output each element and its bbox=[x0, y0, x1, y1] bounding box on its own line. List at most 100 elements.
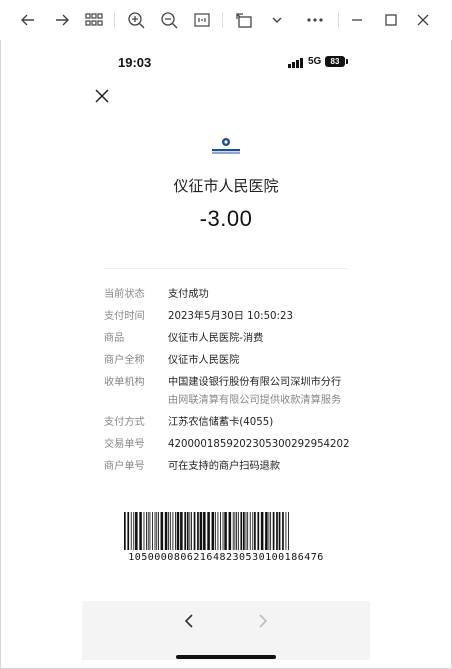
barcode-bar bbox=[236, 512, 238, 550]
detail-row-payment-method: 支付方式 江苏农信储蓄卡(4055) bbox=[104, 416, 368, 430]
barcode-bar bbox=[184, 512, 187, 550]
barcode-bar bbox=[268, 512, 270, 550]
signal-icon bbox=[288, 58, 303, 68]
fit-page-icon[interactable] bbox=[191, 9, 213, 31]
detail-row-transaction-id: 交易单号 4200001859202305300292954202 bbox=[104, 438, 368, 452]
barcode-bar bbox=[288, 512, 289, 550]
chevron-right-icon[interactable] bbox=[254, 613, 270, 629]
detail-label: 支付时间 bbox=[104, 311, 145, 322]
detail-value: 仪征市人民医院 bbox=[168, 355, 240, 366]
barcode-bar bbox=[199, 512, 203, 550]
detail-label: 商户全称 bbox=[104, 355, 145, 366]
barcode-bar bbox=[176, 512, 180, 550]
chevron-down-icon[interactable] bbox=[266, 9, 288, 31]
barcode-bar bbox=[260, 512, 264, 550]
barcode-bar bbox=[147, 512, 149, 550]
barcode-bar bbox=[164, 512, 168, 550]
barcode-bar bbox=[169, 512, 171, 550]
barcode-bar bbox=[276, 512, 278, 550]
barcode-bar bbox=[186, 512, 189, 550]
barcode-bar bbox=[189, 512, 191, 550]
barcode-bar bbox=[228, 512, 232, 550]
barcode-bar bbox=[154, 512, 156, 550]
barcode-bar bbox=[222, 512, 224, 550]
home-indicator[interactable] bbox=[176, 655, 276, 659]
barcode-bar bbox=[191, 512, 192, 550]
grid-icon[interactable] bbox=[83, 9, 105, 31]
barcode-bar bbox=[270, 512, 272, 550]
detail-label: 收单机构 bbox=[104, 377, 145, 388]
barcode-bar bbox=[252, 512, 254, 550]
toolbar-separator bbox=[222, 12, 223, 28]
barcode-bar bbox=[139, 512, 142, 550]
close-window-icon[interactable] bbox=[412, 9, 434, 31]
forward-arrow-icon[interactable] bbox=[51, 9, 73, 31]
barcode-bar bbox=[214, 512, 216, 550]
barcode-bar bbox=[237, 512, 239, 550]
rotate-icon[interactable] bbox=[233, 9, 255, 31]
more-icon[interactable] bbox=[304, 9, 326, 31]
barcode-bar bbox=[234, 512, 236, 550]
zoom-out-icon[interactable] bbox=[158, 9, 180, 31]
barcode-bar bbox=[247, 512, 249, 550]
bottom-nav-bar bbox=[82, 601, 370, 660]
barcode-bar bbox=[152, 512, 153, 550]
detail-row-status: 当前状态 支付成功 bbox=[104, 288, 368, 302]
detail-label: 支付方式 bbox=[104, 417, 145, 428]
battery-tip bbox=[346, 59, 348, 64]
barcode-bar bbox=[172, 512, 174, 550]
back-arrow-icon[interactable] bbox=[17, 9, 39, 31]
barcode-bar bbox=[168, 512, 170, 550]
barcode-bar bbox=[257, 512, 260, 550]
status-time: 19:03 bbox=[118, 55, 152, 70]
barcode-bar bbox=[265, 512, 268, 550]
barcode-bar bbox=[124, 512, 126, 550]
detail-list: 当前状态 支付成功 支付时间 2023年5月30日 10:50:23 商品 仪征… bbox=[104, 288, 368, 482]
chevron-left-icon[interactable] bbox=[182, 613, 198, 629]
detail-value: 中国建设银行股份有限公司深圳市分行 bbox=[168, 377, 342, 388]
barcode bbox=[124, 512, 289, 550]
barcode-bar bbox=[133, 512, 135, 550]
detail-row-product: 商品 仪征市人民医院-消费 bbox=[104, 332, 368, 346]
toolbar-separator bbox=[338, 12, 339, 28]
barcode-block: 105000080621648230530100186476 bbox=[122, 512, 330, 572]
barcode-bar bbox=[146, 512, 147, 550]
detail-label: 商户单号 bbox=[104, 461, 145, 472]
barcode-bar bbox=[282, 512, 284, 550]
battery-icon: 83 bbox=[325, 56, 345, 67]
barcode-bar bbox=[245, 512, 247, 550]
zoom-in-icon[interactable] bbox=[125, 9, 147, 31]
detail-label: 交易单号 bbox=[104, 439, 145, 450]
barcode-bar bbox=[243, 512, 245, 550]
payment-amount: -3.00 bbox=[199, 206, 253, 231]
detail-row-merchant-order: 商户单号 可在支持的商户扫码退款 bbox=[104, 460, 368, 474]
detail-value: 支付成功 bbox=[168, 289, 209, 300]
barcode-bar bbox=[127, 512, 130, 550]
toolbar-separator bbox=[114, 12, 115, 28]
barcode-bar bbox=[217, 512, 219, 550]
detail-subvalue: 由网联清算有限公司提供收款清算服务 bbox=[168, 395, 342, 406]
barcode-bar bbox=[224, 512, 227, 550]
barcode-bar bbox=[197, 512, 199, 550]
detail-value: 4200001859202305300292954202 bbox=[168, 439, 350, 450]
minimize-icon[interactable] bbox=[346, 9, 368, 31]
detail-row-merchant: 商户全称 仪征市人民医院 bbox=[104, 354, 368, 368]
detail-value-group: 中国建设银行股份有限公司深圳市分行 由网联清算有限公司提供收款清算服务 bbox=[168, 376, 368, 408]
barcode-bar bbox=[143, 512, 145, 550]
detail-value: 江苏农信储蓄卡(4055) bbox=[168, 417, 274, 428]
network-type: 5G bbox=[308, 56, 322, 67]
barcode-bar bbox=[232, 512, 234, 550]
detail-value: 仪征市人民医院-消费 bbox=[168, 333, 264, 344]
detail-value: 可在支持的商户扫码退款 bbox=[168, 461, 281, 472]
maximize-icon[interactable] bbox=[380, 9, 402, 31]
merchant-name: 仪征市人民医院 bbox=[173, 177, 279, 195]
divider bbox=[104, 268, 348, 269]
barcode-bar bbox=[254, 512, 256, 550]
barcode-bar bbox=[240, 512, 243, 550]
barcode-bar bbox=[175, 512, 176, 550]
detail-value: 2023年5月30日 10:50:23 bbox=[168, 311, 293, 322]
detail-row-acquirer: 收单机构 中国建设银行股份有限公司深圳市分行 由网联清算有限公司提供收款清算服务 bbox=[104, 376, 368, 408]
barcode-bar bbox=[207, 512, 210, 550]
close-icon[interactable] bbox=[94, 88, 110, 104]
barcode-bar bbox=[272, 512, 275, 550]
